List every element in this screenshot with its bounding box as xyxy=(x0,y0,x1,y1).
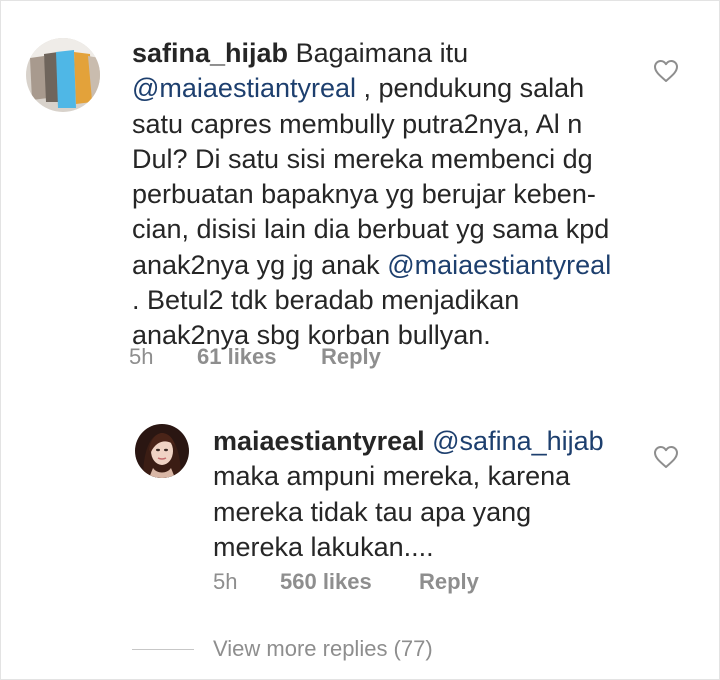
comment-text: satu capres membully putra2nya, Al n xyxy=(132,108,583,139)
comment-text: perbuatan bapaknya yg berujar keben- xyxy=(132,179,596,210)
reply-text: mereka lakukan.... xyxy=(213,531,434,562)
comments-panel: safina_hijab Bagaimana itu @maiaestianty… xyxy=(0,0,720,680)
comment-username[interactable]: safina_hijab xyxy=(132,38,288,68)
reply-time: 5h xyxy=(213,569,238,594)
reply-text: maka ampuni mereka, karena xyxy=(213,461,571,492)
reply-likes[interactable]: 560 likes xyxy=(280,569,372,595)
avatar-image xyxy=(26,38,100,112)
comment-time: 5h xyxy=(129,344,154,369)
avatar-image xyxy=(135,424,189,478)
mention-link[interactable]: @safina_hijab xyxy=(432,426,604,456)
comment-text: , pendukung salah xyxy=(356,73,585,104)
comment-text: . Betul2 tdk beradab menjadikan xyxy=(132,285,520,316)
view-more-divider xyxy=(132,649,194,650)
comment-text: anak2nya yg jg anak xyxy=(132,249,388,280)
comment-reply-button[interactable]: Reply xyxy=(321,344,381,370)
reply-meta: 5h 560 likes Reply xyxy=(213,569,533,597)
reply-body: maiaestiantyreal @safina_hijab maka ampu… xyxy=(213,424,604,565)
reply-username[interactable]: maiaestiantyreal xyxy=(213,426,425,456)
reply-reply-button[interactable]: Reply xyxy=(419,569,479,595)
avatar-safina-hijab[interactable] xyxy=(26,38,100,112)
comment-body: safina_hijab Bagaimana itu @maiaestianty… xyxy=(132,36,611,354)
comment-likes[interactable]: 61 likes xyxy=(197,344,277,370)
comment-text: Bagaimana itu xyxy=(295,38,469,68)
heart-icon[interactable] xyxy=(653,445,679,469)
reply-text: mereka tidak tau apa yang xyxy=(213,496,532,527)
mention-link[interactable]: @maiaestiantyreal xyxy=(387,250,611,280)
view-more-replies-button[interactable]: View more replies (77) xyxy=(213,636,433,662)
mention-link[interactable]: @maiaestiantyreal xyxy=(132,73,356,103)
comment-text: cian, disisi lain dia berbuat yg sama kp… xyxy=(132,214,610,245)
comment-text: Dul? Di satu sisi mereka membenci dg xyxy=(132,143,593,174)
avatar-maiaestiantyreal[interactable] xyxy=(135,424,189,478)
comment-meta: 5h 61 likes Reply xyxy=(129,344,429,372)
heart-icon[interactable] xyxy=(653,59,679,83)
